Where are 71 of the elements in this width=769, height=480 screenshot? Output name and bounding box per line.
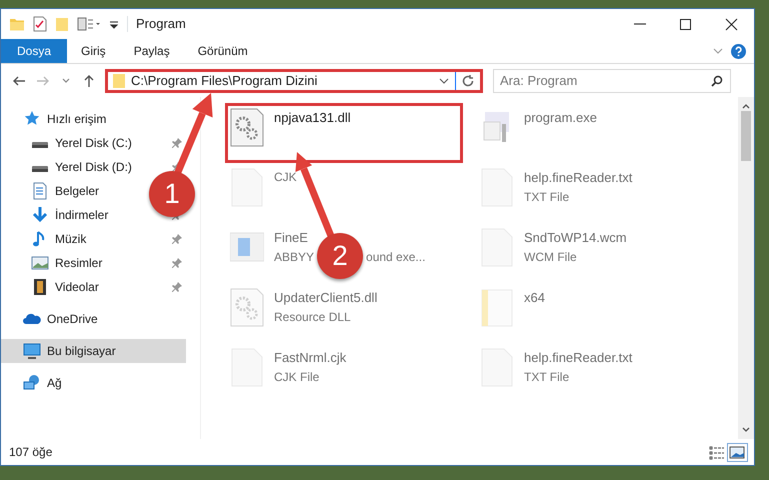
layout-icon[interactable] (77, 16, 101, 32)
drive-icon (31, 141, 49, 149)
ribbon-tab[interactable]: Giriş (67, 39, 120, 63)
step-number-tooltip: 1 (149, 171, 195, 217)
maximize-icon (678, 18, 692, 30)
chevron-down-icon[interactable] (439, 78, 449, 84)
sidebar-item[interactable]: Hızlı erişim (1, 107, 186, 131)
help-icon[interactable] (731, 44, 746, 58)
folder-icon (111, 72, 127, 88)
sidebar-item[interactable]: Müzik (1, 227, 186, 251)
search-field[interactable]: Ara: Program (493, 68, 731, 92)
file-item[interactable]: npjava131.dll (225, 103, 463, 163)
file-name: FastNrml.cjk (274, 349, 346, 367)
address-bar[interactable]: C:\Program Files\Program Dizini (105, 68, 483, 92)
file-type: ABBYY (274, 248, 314, 266)
scroll-down-icon[interactable] (742, 427, 750, 433)
pin-icon[interactable] (172, 138, 182, 148)
documents-icon (31, 182, 49, 200)
downloads-icon (31, 206, 49, 224)
file-icon (230, 108, 264, 148)
sidebar-item[interactable]: Ağ (1, 371, 186, 395)
file-name: UpdaterClient5.dll (274, 289, 378, 307)
file-name: program.exe (524, 109, 597, 127)
step-number-tooltip: 2 (317, 233, 363, 279)
ribbon-tab[interactable]: Paylaş (120, 39, 184, 63)
address-path: C:\Program Files\Program Dizini (130, 72, 318, 90)
close-icon (724, 18, 738, 30)
file-type: CJK (274, 169, 297, 186)
computer-icon (23, 342, 41, 360)
search-icon[interactable] (711, 74, 723, 86)
folder-icon[interactable] (9, 16, 25, 32)
pictures-icon (31, 254, 49, 272)
file-type: ound exe... (366, 248, 426, 266)
pin-icon[interactable] (172, 234, 182, 244)
file-type: TXT File (524, 188, 570, 206)
file-icon[interactable] (230, 288, 264, 328)
up-icon[interactable] (82, 74, 96, 88)
pin-icon[interactable] (172, 282, 182, 292)
file-name: help.fineReader.txt (524, 349, 632, 367)
file-type: Resource DLL (274, 308, 351, 326)
sidebar-item[interactable]: Yerel Disk (C:) (1, 131, 186, 155)
sidebar-item[interactable]: Videolar (1, 275, 186, 299)
window-title: Program (136, 15, 186, 34)
sidebar-item[interactable]: Resimler (1, 251, 186, 275)
ribbon-tab[interactable]: Görünüm (184, 39, 262, 63)
refresh-icon (461, 74, 475, 88)
file-type: CJK File (274, 368, 320, 386)
file-name: npjava131.dll (274, 109, 351, 127)
pin-icon[interactable] (172, 258, 182, 268)
ribbon-tab[interactable]: Dosya (1, 39, 68, 63)
file-name: help.fineReader.txt (524, 169, 632, 187)
forward-icon[interactable] (36, 74, 50, 88)
file-name: FineE (274, 229, 309, 247)
scrollbar-thumb[interactable] (741, 111, 751, 161)
sidebar-item[interactable]: OneDrive (1, 307, 186, 331)
scrollbar[interactable] (738, 97, 754, 439)
item-count: 107 öğe (9, 444, 52, 461)
details-view-icon (708, 444, 725, 460)
tiles-view-icon (729, 444, 746, 460)
videos-icon (31, 278, 49, 296)
properties-icon[interactable] (33, 16, 47, 32)
file-name: SndToWP14.wcm (524, 229, 627, 247)
file-type: WCM File (524, 248, 577, 266)
drive-icon (31, 165, 49, 173)
view-button[interactable] (727, 442, 748, 462)
sidebar-item[interactable]: Bu bilgisayar (1, 339, 186, 363)
file-name: x64 (524, 289, 545, 307)
back-icon[interactable] (12, 74, 26, 88)
scroll-up-icon[interactable] (742, 103, 750, 109)
file-type: TXT File (524, 368, 570, 386)
network-icon (23, 374, 41, 392)
